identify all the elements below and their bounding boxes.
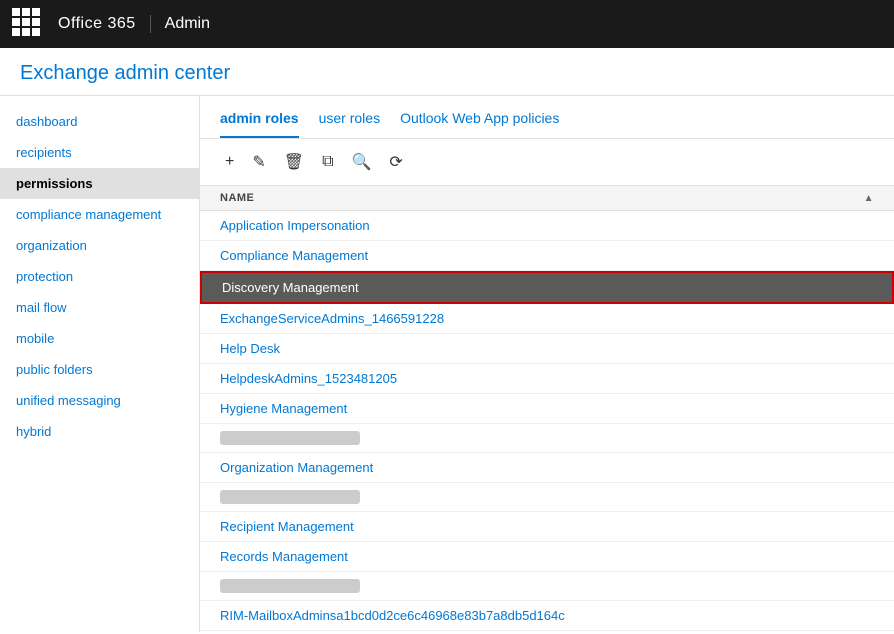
row-label: Application Impersonation [220, 218, 370, 233]
toolbar: + ✎ 🗑 ⧉ 🔍 ⟳ [200, 139, 894, 186]
table-row[interactable]: RIM-MailboxAdminsa1bcd0d2ce6c46968e83b7a… [200, 601, 894, 631]
row-label: ExchangeServiceAdmins_1466591228 [220, 311, 444, 326]
table-row[interactable]: Hygiene Management [200, 394, 894, 424]
row-label: Recipient Management [220, 519, 354, 534]
sidebar: dashboard recipients permissions complia… [0, 96, 200, 632]
table-row[interactable]: Compliance Management [200, 241, 894, 271]
sidebar-item-mail-flow[interactable]: mail flow [0, 292, 199, 323]
table-row-selected[interactable]: Discovery Management [200, 271, 894, 304]
sidebar-item-organization[interactable]: organization [0, 230, 199, 261]
row-label [220, 431, 360, 445]
add-button[interactable]: + [220, 150, 239, 174]
layout: dashboard recipients permissions complia… [0, 96, 894, 632]
row-label: Discovery Management [222, 280, 359, 295]
refresh-button[interactable]: ⟳ [384, 149, 407, 175]
row-label: Help Desk [220, 341, 280, 356]
sort-indicator: ▲ [864, 193, 874, 204]
row-label: Records Management [220, 549, 348, 564]
table-row[interactable]: Application Impersonation [200, 211, 894, 241]
table-container: NAME ▲ Application Impersonation Complia… [200, 186, 894, 632]
row-label [220, 579, 360, 593]
page-title-bar: Exchange admin center [0, 48, 894, 96]
column-name-header: NAME [220, 192, 864, 204]
sidebar-item-hybrid[interactable]: hybrid [0, 416, 199, 447]
table-row[interactable]: Recipient Management [200, 512, 894, 542]
table-row[interactable]: ExchangeServiceAdmins_1466591228 [200, 304, 894, 334]
sidebar-item-protection[interactable]: protection [0, 261, 199, 292]
tab-admin-roles[interactable]: admin roles [220, 110, 299, 138]
search-button[interactable]: 🔍 [347, 149, 377, 175]
table-row[interactable]: Records Management [200, 542, 894, 572]
sidebar-item-unified-messaging[interactable]: unified messaging [0, 385, 199, 416]
sidebar-item-public-folders[interactable]: public folders [0, 354, 199, 385]
delete-button[interactable]: 🗑 [279, 149, 309, 175]
table-row[interactable]: Organization Management [200, 453, 894, 483]
table-row-blurred[interactable] [200, 483, 894, 512]
sidebar-item-compliance-management[interactable]: compliance management [0, 199, 199, 230]
row-label: HelpdeskAdmins_1523481205 [220, 371, 397, 386]
top-bar: Office 365 Admin [0, 0, 894, 48]
table-row[interactable]: Help Desk [200, 334, 894, 364]
copy-button[interactable]: ⧉ [317, 150, 338, 174]
table-row[interactable]: Security Administrator [200, 631, 894, 632]
page-title: Exchange admin center [20, 62, 874, 85]
admin-label: Admin [165, 15, 210, 33]
row-label: Compliance Management [220, 248, 368, 263]
sidebar-item-permissions[interactable]: permissions [0, 168, 199, 199]
tabs: admin roles user roles Outlook Web App p… [200, 96, 894, 139]
row-label: Organization Management [220, 460, 373, 475]
main-content: admin roles user roles Outlook Web App p… [200, 96, 894, 632]
row-label: Hygiene Management [220, 401, 347, 416]
table-row-blurred[interactable] [200, 572, 894, 601]
table-row[interactable]: HelpdeskAdmins_1523481205 [200, 364, 894, 394]
tab-outlook-web-app-policies[interactable]: Outlook Web App policies [400, 110, 559, 138]
waffle-icon[interactable] [12, 8, 44, 40]
edit-button[interactable]: ✎ [247, 149, 270, 175]
table-header: NAME ▲ [200, 186, 894, 211]
sidebar-item-dashboard[interactable]: dashboard [0, 106, 199, 137]
sidebar-item-mobile[interactable]: mobile [0, 323, 199, 354]
row-label: RIM-MailboxAdminsa1bcd0d2ce6c46968e83b7a… [220, 608, 565, 623]
sidebar-item-recipients[interactable]: recipients [0, 137, 199, 168]
tab-user-roles[interactable]: user roles [319, 110, 380, 138]
office365-label: Office 365 [58, 15, 151, 33]
table-row-blurred[interactable] [200, 424, 894, 453]
row-label [220, 490, 360, 504]
